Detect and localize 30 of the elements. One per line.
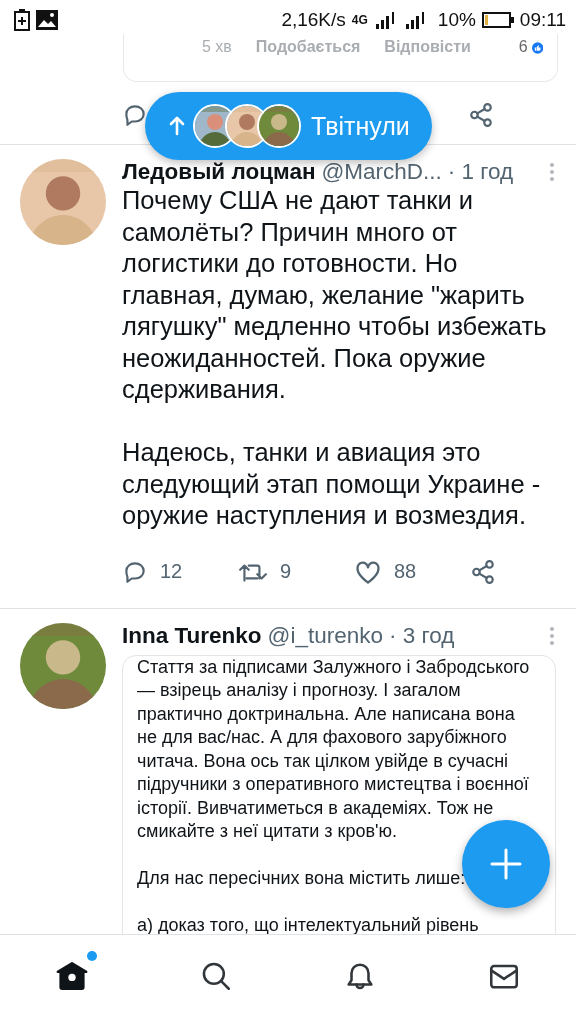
author-name[interactable]: Inna Turenko <box>122 622 262 649</box>
tweet-text: Надеюсь, танки и авиация это следующий этап помощи Украине - оружие наступления и возмездия. <box>122 437 542 531</box>
tweet-text: Почему США не дают танки и самолёты? Причин много от логистики до готовности. Но главная, думаю, желание "жарить лягушку" медленно чтобы избежать неожиданностей. Пока оружие сдерживания. <box>122 185 548 405</box>
author-name[interactable]: Ледовый лоцман <box>122 159 316 185</box>
reply-count: 12 <box>160 560 183 583</box>
plus-icon <box>489 847 523 881</box>
like-count: 88 <box>394 560 417 583</box>
comment-time: 5 хв <box>202 38 232 56</box>
author-handle: @MarchD... <box>321 159 442 185</box>
like-count: 6 <box>518 38 528 56</box>
battery-icon <box>481 11 514 29</box>
clock: 09:11 <box>519 9 566 31</box>
tweet-time: · 1 год <box>447 159 514 185</box>
author-handle: @i_turenko <box>267 622 383 649</box>
network-speed: 2,16K/s <box>281 9 346 31</box>
network-type: 4G <box>351 13 368 27</box>
quoted-text: Для нас пересічних вона містить лише: <box>137 867 467 890</box>
tweet-time: · 3 год <box>389 622 455 649</box>
share-icon[interactable] <box>470 558 496 585</box>
reply-icon[interactable] <box>122 102 148 128</box>
quoted-text: Стаття за підписами Залужного і Забродського — взірець аналізу і прогнозу. І загалом практично доктринальна. Але написана вона не для вас/нас. А для фахового зарубіжного читача. Вона ось так цілком увійде в сучасні підручники з оперативного мистецтва і воєнної історії. Вивчатиметься в академіях. Тож не смикайте з неї цитати з кров'ю. <box>137 655 531 843</box>
compose-button[interactable] <box>462 820 550 908</box>
share-icon[interactable] <box>468 102 494 128</box>
arrow-up-icon <box>169 116 185 136</box>
retweet-count: 9 <box>280 560 292 583</box>
battery-percent: 10% <box>437 9 476 31</box>
battery-saver-icon <box>14 9 30 31</box>
heart-icon[interactable] <box>354 558 382 585</box>
image-icon <box>36 10 58 30</box>
quoted-text: а) доказ того, що інтелектуальний рівень <box>137 914 480 937</box>
